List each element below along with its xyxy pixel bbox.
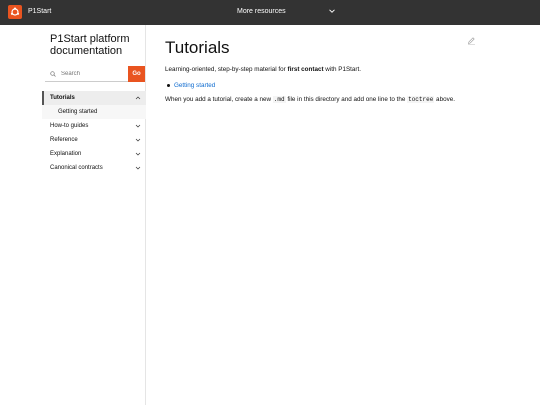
more-resources-label: More resources	[237, 7, 286, 15]
search-input[interactable]	[61, 70, 126, 77]
sidebar-item-explanation[interactable]: Explanation	[42, 147, 146, 161]
sidebar-item-tutorials[interactable]: Tutorials	[42, 91, 146, 105]
chevron-down-icon[interactable]	[135, 165, 141, 171]
chevron-down-icon[interactable]	[135, 151, 141, 157]
search-box	[45, 66, 128, 82]
sidebar-item-label: Getting started	[58, 109, 98, 115]
body-paragraph: When you add a tutorial, create a new .m…	[165, 95, 465, 105]
intro-text-end: with P1Start.	[323, 66, 362, 73]
inline-code-md: .md	[272, 96, 286, 103]
brand-name: P1Start	[28, 8, 52, 15]
sidebar-item-getting-started[interactable]: Getting started	[42, 105, 146, 119]
intro-text: Learning-oriented, step-by-step material…	[165, 66, 288, 73]
intro-paragraph: Learning-oriented, step-by-step material…	[165, 65, 485, 74]
sidebar-item-label: How-to guides	[50, 123, 89, 129]
intro-bold: first contact	[287, 66, 324, 73]
sidebar: P1Start platform documentation Go Tutori…	[0, 25, 146, 405]
sidebar-item-label: Explanation	[50, 151, 82, 157]
body-text-2: file in this directory and add one line …	[285, 96, 408, 103]
project-title[interactable]: P1Start platform documentation	[50, 33, 142, 57]
sidebar-item-reference[interactable]: Reference	[42, 133, 146, 147]
search-icon	[50, 70, 56, 77]
toc-list: Getting started	[165, 81, 215, 90]
sidebar-item-how-to-guides[interactable]: How-to guides	[42, 119, 146, 133]
inline-code-toctree: toctree	[407, 96, 435, 103]
more-resources-dropdown[interactable]: More resources	[237, 7, 336, 15]
page-title: Tutorials	[165, 38, 230, 57]
ubuntu-logo-icon	[8, 5, 22, 19]
bullet	[167, 84, 170, 87]
search-go-button[interactable]: Go	[128, 66, 145, 82]
chevron-down-icon	[328, 7, 336, 15]
toc-link-getting-started[interactable]: Getting started	[174, 81, 215, 90]
sidebar-item-label: Tutorials	[50, 95, 75, 101]
top-navigation-bar: P1Start More resources	[0, 0, 540, 25]
sidebar-item-label: Reference	[50, 137, 78, 143]
search-form: Go	[45, 66, 145, 82]
chevron-up-icon[interactable]	[135, 95, 141, 101]
body-text-1: When you add a tutorial, create a new	[165, 96, 273, 103]
sidebar-nav: Tutorials Getting started How-to guides …	[42, 91, 146, 175]
sidebar-item-canonical-contracts[interactable]: Canonical contracts	[42, 161, 146, 175]
sidebar-item-label: Canonical contracts	[50, 165, 103, 171]
chevron-down-icon[interactable]	[135, 123, 141, 129]
edit-icon[interactable]	[467, 36, 476, 45]
body-text-3: above.	[434, 96, 455, 103]
chevron-down-icon[interactable]	[135, 137, 141, 143]
brand[interactable]: P1Start	[8, 5, 51, 19]
